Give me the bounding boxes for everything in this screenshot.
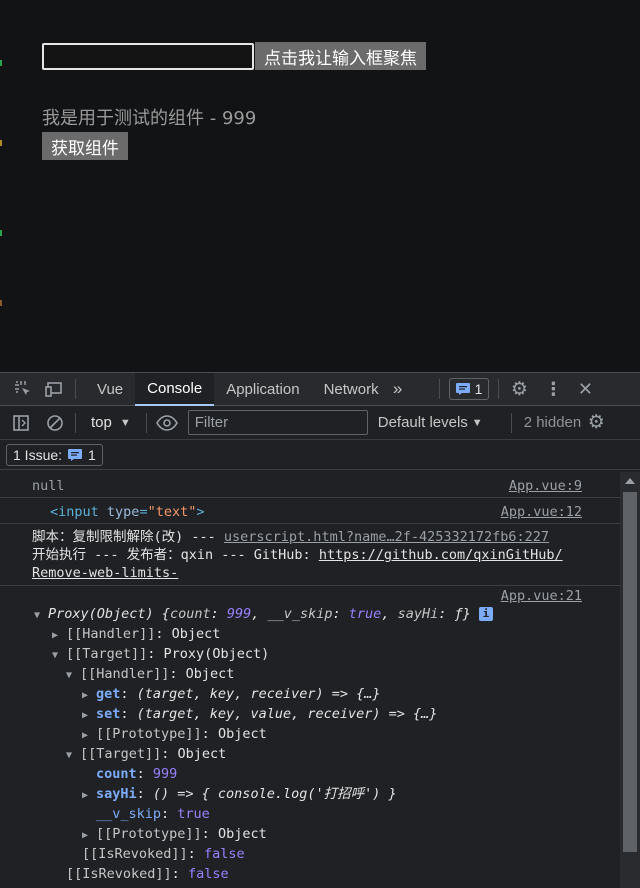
revoked-row: [[IsRevoked]]: false (66, 866, 229, 882)
divider (75, 412, 76, 433)
focus-input-button[interactable]: 点击我让输入框聚焦 (255, 42, 426, 70)
divider (510, 412, 512, 433)
log-levels-label: Default levels (377, 414, 468, 431)
text-input[interactable] (42, 42, 254, 70)
source-link[interactable]: App.vue:9 (509, 476, 582, 496)
context-value: top (91, 414, 112, 431)
source-link[interactable]: App.vue:12 (501, 502, 582, 522)
set-trap-row[interactable]: ▶ set: (target, key, value, receiver) => … (34, 704, 620, 724)
issues-bar: 1 Issue: 1 (0, 440, 640, 470)
inner-handler-row[interactable]: ▼ [[Handler]]: Object (34, 664, 620, 684)
source-link[interactable]: userscript.html?name…2f-425332172fb6:227 (224, 529, 549, 545)
handler-prototype-row[interactable]: ▶ [[Prototype]]: Object (34, 724, 620, 744)
sidebar-toggle-icon[interactable] (10, 412, 32, 434)
element-tag[interactable]: <input type="text"> (50, 504, 205, 520)
scroll-up-arrow-icon[interactable] (625, 478, 635, 484)
dropdown-arrow-icon: ▼ (471, 416, 483, 429)
app-page: 点击我让输入框聚焦 我是用于测试的组件 - 999 获取组件 (0, 0, 640, 372)
github-link-cont[interactable]: Remove-web-limits- (32, 565, 178, 581)
devtools-tabbar: Vue Console Application Network » 1 ⚙ ⋮ … (0, 372, 640, 406)
context-select[interactable]: top ▼ (85, 414, 137, 431)
script-text-line2: 开始执行 --- 发布者：qxin --- GitHub: (32, 547, 319, 563)
settings-gear-icon[interactable]: ⚙ (508, 378, 530, 400)
get-component-button[interactable]: 获取组件 (42, 132, 128, 160)
more-options-icon[interactable]: ⋮ (542, 378, 564, 400)
github-link[interactable]: https://github.com/qxinGitHub/ (319, 547, 563, 563)
clear-console-icon[interactable] (44, 412, 66, 434)
tab-application[interactable]: Application (214, 373, 311, 406)
divider (498, 379, 500, 399)
message-icon (455, 383, 470, 395)
console-settings-gear-icon[interactable]: ⚙ (585, 412, 607, 434)
target-row[interactable]: ▼ [[Target]]: Proxy(Object) (34, 644, 620, 664)
close-icon[interactable]: ✕ (574, 378, 596, 400)
target-prototype-row[interactable]: ▶ [[Prototype]]: Object (34, 824, 620, 844)
console-message: 脚本：复制限制解除(改) --- userscript.html?name…2f… (0, 524, 620, 586)
tab-console[interactable]: Console (135, 372, 215, 406)
log-levels-select[interactable]: Default levels ▼ (378, 414, 483, 431)
divider (75, 379, 76, 399)
devtools-panel: Vue Console Application Network » 1 ⚙ ⋮ … (0, 372, 640, 888)
message-icon (68, 448, 83, 461)
console-output: null App.vue:9 <input type="text"> App.v… (0, 472, 620, 888)
live-expression-eye-icon[interactable] (155, 412, 178, 434)
null-value: null (32, 478, 65, 494)
inspect-element-icon[interactable] (12, 378, 34, 400)
device-toolbar-icon[interactable] (44, 378, 66, 400)
issues-count: 1 (88, 446, 96, 463)
sayhi-prop-row[interactable]: ▶ sayHi: () => { console.log('打招呼') } (34, 784, 620, 804)
dropdown-arrow-icon: ▼ (119, 416, 131, 429)
focus-row: 点击我让输入框聚焦 (42, 42, 426, 70)
scrollbar-thumb[interactable] (623, 492, 637, 852)
handler-row[interactable]: ▶ [[Handler]]: Object (34, 624, 620, 644)
proxy-object-row[interactable]: ▼ Proxy(Object) {count: 999, __v_skip: tr… (34, 604, 620, 624)
console-message: App.vue:21 ▼ Proxy(Object) {count: 999, _… (0, 586, 620, 888)
vskip-prop-row: __v_skip: true (96, 806, 210, 822)
messages-count: 1 (474, 381, 483, 397)
console-scrollbar[interactable] (620, 472, 640, 888)
filter-input[interactable] (187, 410, 368, 435)
count-prop-row: count: 999 (96, 766, 178, 782)
info-icon[interactable]: i (478, 607, 493, 621)
source-link[interactable]: App.vue:21 (501, 586, 582, 606)
issues-label: 1 Issue: (13, 446, 63, 463)
messages-badge[interactable]: 1 (448, 378, 490, 400)
get-trap-row[interactable]: ▶ get: (target, key, receiver) => {…} (34, 684, 620, 704)
console-message: null App.vue:9 (0, 472, 620, 498)
divider (145, 412, 147, 433)
console-message: <input type="text"> App.vue:12 (0, 498, 620, 524)
console-filterbar: top ▼ Default levels ▼ 2 hidden ⚙ (0, 406, 640, 440)
inner-target-row[interactable]: ▼ [[Target]]: Object (34, 744, 620, 764)
script-text-line1: 脚本：复制限制解除(改) --- (32, 529, 224, 545)
tab-network[interactable]: Network (312, 373, 391, 406)
issues-chip[interactable]: 1 Issue: 1 (6, 443, 103, 466)
tab-vue[interactable]: Vue (85, 373, 135, 406)
left-edge-markers (0, 0, 3, 372)
divider (438, 379, 440, 399)
hidden-count: 2 hidden (523, 414, 582, 431)
component-text: 我是用于测试的组件 - 999 (42, 108, 257, 129)
chevron-double-right-icon[interactable]: » (387, 378, 409, 400)
inner-revoked-row: [[IsRevoked]]: false (82, 846, 245, 862)
